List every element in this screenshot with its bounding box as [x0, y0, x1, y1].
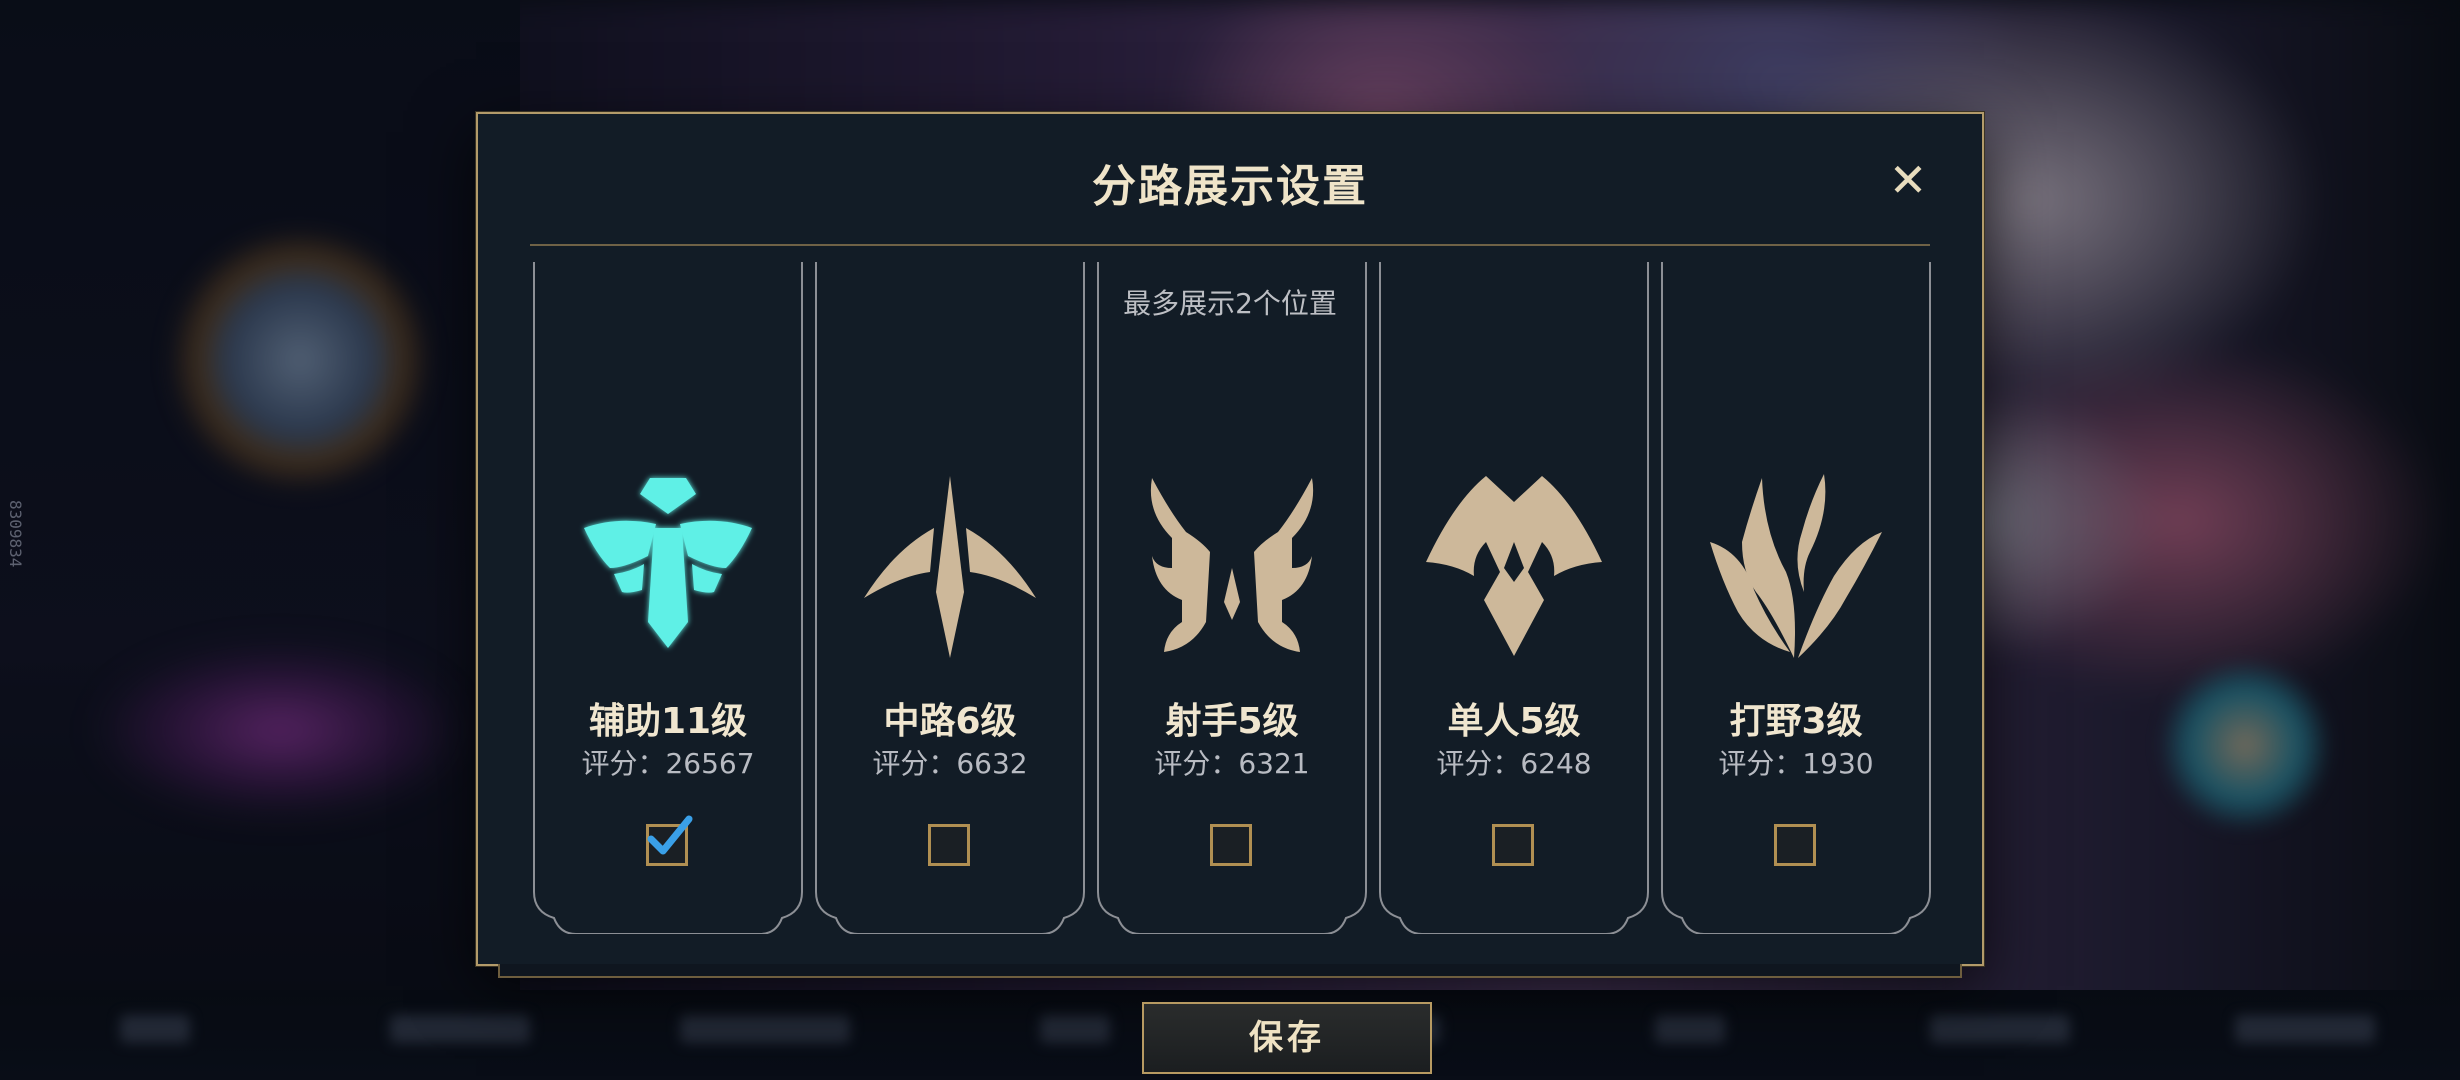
marksman-lane-icon — [1150, 478, 1314, 652]
solo-lane-icon — [1426, 476, 1602, 656]
lane-checkbox[interactable] — [1210, 824, 1252, 866]
side-code-text: 8309834 — [6, 500, 25, 568]
lane-score: 评分：26567 — [581, 747, 755, 780]
lane-score: 评分：6321 — [1154, 747, 1310, 780]
lane-checkbox[interactable] — [1774, 824, 1816, 866]
lane-name: 单人5级 — [1447, 701, 1581, 742]
lane-card-jungle[interactable]: 打野3级 评分：1930 — [1660, 262, 1932, 934]
lane-display-settings-dialog: 分路展示设置 ✕ 最多展示2个位置 辅助11级 评分：26567 中路6级 评分… — [476, 112, 1984, 1074]
lane-card-marksman[interactable]: 射手5级 评分：6321 — [1096, 262, 1368, 934]
jungle-lane-icon — [1710, 474, 1882, 658]
lane-card-solo[interactable]: 单人5级 评分：6248 — [1378, 262, 1650, 934]
lane-checkbox[interactable] — [1492, 824, 1534, 866]
save-button[interactable]: 保存 — [1142, 1002, 1432, 1074]
mid-lane-icon — [864, 476, 1036, 658]
checkmark-icon — [647, 815, 693, 855]
lane-checkbox-checked[interactable] — [646, 815, 693, 866]
lane-score: 评分：6632 — [872, 747, 1028, 780]
lane-card-mid[interactable]: 中路6级 评分：6632 — [814, 262, 1086, 934]
lane-name: 辅助11级 — [588, 701, 748, 742]
lane-name: 射手5级 — [1165, 701, 1299, 742]
lane-name: 中路6级 — [883, 701, 1017, 742]
lane-score: 评分：6248 — [1436, 747, 1592, 780]
close-button[interactable]: ✕ — [1882, 154, 1934, 206]
lane-checkbox[interactable] — [928, 824, 970, 866]
lane-name: 打野3级 — [1729, 701, 1863, 742]
close-icon: ✕ — [1888, 153, 1928, 207]
dialog-title: 分路展示设置 — [1092, 161, 1368, 212]
lane-card-support[interactable]: 辅助11级 评分：26567 — [532, 262, 804, 934]
title-divider — [530, 244, 1930, 246]
lane-score: 评分：1930 — [1718, 747, 1874, 780]
lane-card-list: 辅助11级 评分：26567 中路6级 评分：6632 射手5级 评分：6321… — [532, 262, 1932, 1074]
support-lane-icon — [584, 478, 752, 648]
